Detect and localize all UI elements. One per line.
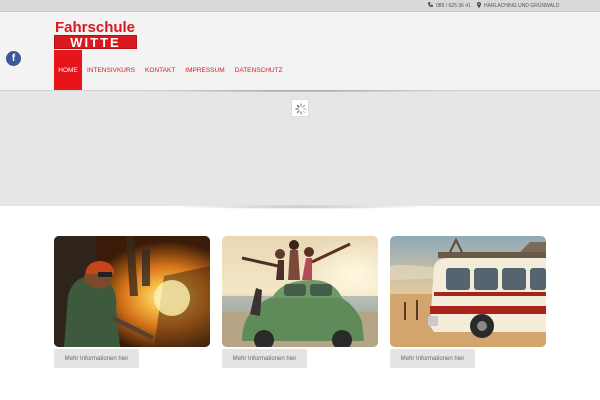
top-bar: 089 / 625 36 41 HARLACHING UND GRÜNWALD bbox=[0, 0, 600, 12]
friends-on-car-beach-photo[interactable] bbox=[222, 236, 378, 347]
nav-item-datenschutz[interactable]: DATENSCHUTZ bbox=[230, 50, 288, 90]
site-logo[interactable]: Fahrschule WITTE bbox=[54, 20, 138, 54]
nav-item-kontakt[interactable]: KONTAKT bbox=[140, 50, 180, 90]
more-info-button[interactable]: Mehr Informationen hier bbox=[54, 349, 139, 368]
phone-number: 089 / 625 36 41 bbox=[436, 2, 471, 9]
more-info-label: Mehr Informationen hier bbox=[64, 355, 129, 362]
map-pin-icon bbox=[477, 2, 481, 10]
spinner-icon bbox=[291, 99, 309, 117]
slider-shadow-top bbox=[130, 90, 470, 92]
slider-shadow-bottom bbox=[170, 205, 430, 209]
phone-info[interactable]: 089 / 625 36 41 bbox=[428, 2, 471, 9]
welding-worker-photo[interactable] bbox=[54, 236, 210, 347]
facebook-icon[interactable]: f bbox=[6, 51, 21, 66]
nav-item-label: HOME bbox=[58, 66, 78, 74]
site-header: Fahrschule WITTE f HOME INTENSIVKURS KON… bbox=[0, 12, 600, 90]
logo-line-2: WITTE bbox=[70, 35, 121, 50]
logo-line-2-box: WITTE bbox=[54, 35, 137, 49]
nav-item-label: KONTAKT bbox=[145, 66, 176, 74]
main-nav: HOME INTENSIVKURS KONTAKT IMPRESSUM DATE… bbox=[54, 50, 288, 90]
location-text: HARLACHING UND GRÜNWALD bbox=[484, 3, 560, 9]
feature-card: Mehr Informationen hier bbox=[222, 236, 378, 368]
more-info-button[interactable]: Mehr Informationen hier bbox=[222, 349, 307, 368]
vintage-bus-beach-photo[interactable] bbox=[390, 236, 546, 347]
feature-card: Mehr Informationen hier bbox=[54, 236, 210, 368]
nav-item-label: INTENSIVKURS bbox=[87, 66, 136, 74]
facebook-glyph: f bbox=[11, 53, 16, 64]
more-info-label: Mehr Informationen hier bbox=[232, 355, 297, 362]
nav-item-impressum[interactable]: IMPRESSUM bbox=[180, 50, 229, 90]
logo-line-1: Fahrschule bbox=[55, 19, 136, 36]
phone-icon bbox=[428, 2, 433, 9]
nav-item-label: IMPRESSUM bbox=[185, 66, 225, 74]
hero-slider bbox=[0, 90, 600, 209]
feature-card: Mehr Informationen hier bbox=[390, 236, 546, 368]
nav-item-intensivkurs[interactable]: INTENSIVKURS bbox=[82, 50, 140, 90]
nav-item-home[interactable]: HOME bbox=[54, 50, 82, 90]
nav-item-label: DATENSCHUTZ bbox=[234, 66, 283, 74]
more-info-button[interactable]: Mehr Informationen hier bbox=[390, 349, 475, 368]
more-info-label: Mehr Informationen hier bbox=[400, 355, 465, 362]
location-info[interactable]: HARLACHING UND GRÜNWALD bbox=[477, 2, 559, 10]
